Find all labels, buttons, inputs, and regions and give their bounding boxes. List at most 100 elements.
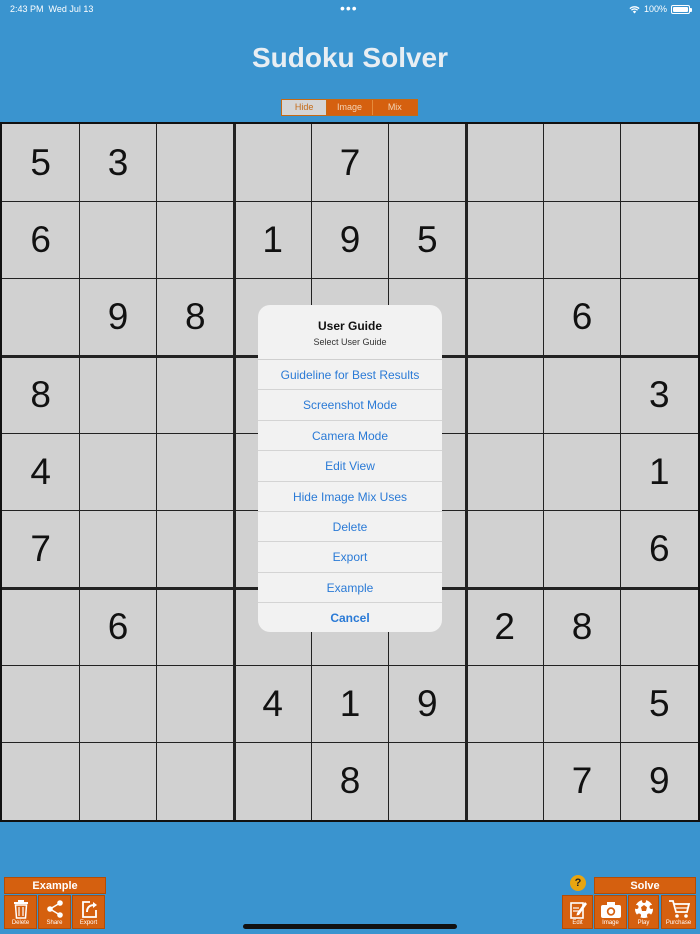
dialog-title: User Guide — [317, 319, 383, 333]
board-cell[interactable]: 8 — [311, 743, 388, 820]
home-indicator[interactable] — [243, 924, 457, 929]
board-cell[interactable] — [466, 201, 543, 278]
board-cell[interactable] — [621, 588, 698, 665]
board-cell[interactable]: 1 — [621, 433, 698, 510]
board-cell[interactable] — [543, 433, 620, 510]
board-cell[interactable]: 3 — [79, 124, 156, 201]
board-cell[interactable] — [466, 356, 543, 433]
board-cell[interactable] — [79, 743, 156, 820]
board-cell[interactable]: 6 — [2, 201, 79, 278]
board-cell[interactable]: 6 — [79, 588, 156, 665]
board-cell[interactable] — [2, 743, 79, 820]
board-cell[interactable] — [157, 743, 234, 820]
board-cell[interactable] — [621, 124, 698, 201]
help-button[interactable]: ? — [570, 875, 586, 891]
board-cell[interactable] — [543, 356, 620, 433]
board-cell[interactable]: 9 — [311, 201, 388, 278]
board-cell[interactable] — [466, 511, 543, 588]
board-cell[interactable] — [389, 743, 466, 820]
board-cell[interactable]: 7 — [2, 511, 79, 588]
board-cell[interactable] — [157, 588, 234, 665]
delete-label: Delete — [11, 920, 30, 926]
segment-mix[interactable]: Mix — [372, 100, 417, 115]
board-cell[interactable] — [79, 356, 156, 433]
board-cell[interactable] — [621, 201, 698, 278]
board-cell[interactable] — [543, 124, 620, 201]
board-cell[interactable]: 5 — [389, 201, 466, 278]
board-cell[interactable] — [389, 124, 466, 201]
board-cell[interactable] — [2, 279, 79, 356]
board-cell[interactable] — [2, 665, 79, 742]
cart-icon — [668, 900, 690, 918]
status-right: 100% — [629, 4, 692, 14]
board-cell[interactable] — [543, 665, 620, 742]
board-cell[interactable] — [234, 124, 311, 201]
edit-button[interactable]: Edit — [562, 895, 593, 929]
board-cell[interactable] — [157, 201, 234, 278]
board-cell[interactable] — [234, 743, 311, 820]
board-cell[interactable] — [157, 665, 234, 742]
board-cell[interactable] — [79, 201, 156, 278]
board-cell[interactable] — [2, 588, 79, 665]
battery-percent: 100% — [643, 4, 667, 14]
board-cell[interactable] — [466, 665, 543, 742]
board-cell[interactable]: 6 — [543, 279, 620, 356]
board-cell[interactable]: 4 — [2, 433, 79, 510]
option-camera-mode[interactable]: Camera Mode — [258, 421, 442, 452]
option-hide-image-mix[interactable]: Hide Image Mix Uses — [258, 482, 442, 512]
board-cell[interactable]: 3 — [621, 356, 698, 433]
option-screenshot-mode[interactable]: Screenshot Mode — [258, 390, 442, 421]
image-button[interactable]: Image — [594, 895, 627, 929]
cancel-button[interactable]: Cancel — [258, 603, 442, 632]
board-cell[interactable]: 7 — [311, 124, 388, 201]
board-cell[interactable] — [466, 279, 543, 356]
board-cell[interactable] — [466, 124, 543, 201]
option-guideline[interactable]: Guideline for Best Results — [258, 360, 442, 391]
export-button[interactable]: Export — [72, 895, 105, 929]
camera-icon — [600, 902, 621, 918]
board-cell[interactable] — [621, 279, 698, 356]
solve-button[interactable]: Solve — [594, 877, 696, 894]
board-cell[interactable] — [157, 356, 234, 433]
segment-image[interactable]: Image — [327, 100, 373, 115]
play-button[interactable]: Play — [628, 895, 659, 929]
delete-button[interactable]: Delete — [4, 895, 37, 929]
option-delete[interactable]: Delete — [258, 512, 442, 543]
board-cell[interactable] — [157, 511, 234, 588]
option-edit-view[interactable]: Edit View — [258, 451, 442, 482]
export-icon — [81, 901, 97, 918]
option-export[interactable]: Export — [258, 542, 442, 573]
purchase-button[interactable]: Purchase — [661, 895, 696, 929]
board-cell[interactable] — [543, 511, 620, 588]
board-cell[interactable] — [79, 511, 156, 588]
board-cell[interactable] — [157, 433, 234, 510]
board-cell[interactable]: 8 — [2, 356, 79, 433]
board-cell[interactable] — [157, 124, 234, 201]
board-cell[interactable] — [466, 743, 543, 820]
board-cell[interactable]: 9 — [79, 279, 156, 356]
grid-line — [620, 124, 622, 820]
board-cell[interactable]: 5 — [621, 665, 698, 742]
board-cell[interactable] — [466, 433, 543, 510]
multitasking-dots[interactable]: ••• — [340, 0, 358, 16]
board-cell[interactable]: 2 — [466, 588, 543, 665]
option-example[interactable]: Example — [258, 573, 442, 604]
example-button[interactable]: Example — [4, 877, 106, 894]
board-cell[interactable]: 4 — [234, 665, 311, 742]
board-cell[interactable]: 7 — [543, 743, 620, 820]
board-cell[interactable]: 9 — [621, 743, 698, 820]
share-button[interactable]: Share — [38, 895, 71, 929]
status-time: 2:43 PM Wed Jul 13 — [10, 4, 94, 14]
board-cell[interactable]: 1 — [311, 665, 388, 742]
board-cell[interactable]: 8 — [157, 279, 234, 356]
board-cell[interactable]: 8 — [543, 588, 620, 665]
board-cell[interactable]: 6 — [621, 511, 698, 588]
mode-segmented-control[interactable]: Hide Image Mix — [281, 99, 418, 116]
board-cell[interactable] — [79, 433, 156, 510]
board-cell[interactable] — [543, 201, 620, 278]
board-cell[interactable]: 9 — [389, 665, 466, 742]
segment-hide[interactable]: Hide — [282, 100, 328, 115]
board-cell[interactable]: 1 — [234, 201, 311, 278]
board-cell[interactable]: 5 — [2, 124, 79, 201]
board-cell[interactable] — [79, 665, 156, 742]
